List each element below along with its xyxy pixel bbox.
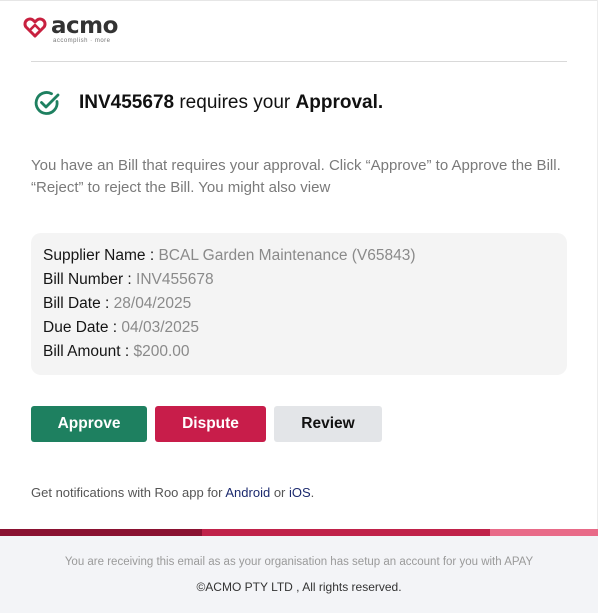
review-button[interactable]: Review <box>274 406 382 442</box>
detail-label: Due Date : <box>43 319 122 336</box>
detail-label: Bill Number : <box>43 271 137 288</box>
notify-prefix: Get notifications with Roo app for <box>31 485 226 500</box>
approve-button[interactable]: Approve <box>31 406 147 442</box>
approval-heading: INV455678 requires your Approval. <box>33 88 573 118</box>
footer-accent-light <box>490 529 598 536</box>
header-divider <box>31 61 567 62</box>
email-footer: You are receiving this email as as your … <box>0 536 598 613</box>
detail-value: INV455678 <box>136 271 214 288</box>
android-link[interactable]: Android <box>225 485 270 500</box>
page-title: INV455678 requires your Approval. <box>79 91 383 115</box>
detail-label: Supplier Name : <box>43 247 159 264</box>
footer-accent-mid <box>202 529 490 536</box>
title-emphasis: Approval. <box>295 92 384 113</box>
check-circle-icon <box>34 91 60 115</box>
detail-row-bill-amount: Bill Amount : $200.00 <box>43 342 190 362</box>
app-notification-text: Get notifications with Roo app for Andro… <box>31 484 314 502</box>
title-middle: requires your <box>174 92 296 113</box>
bill-details-card: Supplier Name : BCAL Garden Maintenance … <box>31 233 567 375</box>
notify-or: or <box>270 485 289 500</box>
footer-accent-dark <box>0 529 202 536</box>
detail-label: Bill Date : <box>43 295 114 312</box>
invoice-id: INV455678 <box>79 92 175 113</box>
detail-value: 28/04/2025 <box>113 295 192 312</box>
frame-top-border <box>0 0 598 1</box>
brand-logo: acmo accomplish · more <box>22 13 142 44</box>
notify-suffix: . <box>310 485 315 500</box>
detail-value: $200.00 <box>133 343 190 360</box>
footer-note: You are receiving this email as as your … <box>64 556 534 568</box>
detail-row-supplier: Supplier Name : BCAL Garden Maintenance … <box>43 246 416 266</box>
acmo-heart-logo-icon <box>23 17 47 38</box>
detail-row-bill-date: Bill Date : 28/04/2025 <box>43 294 191 314</box>
intro-text: You have an Bill that requires your appr… <box>31 157 561 196</box>
detail-value: BCAL Garden Maintenance (V65843) <box>158 247 416 264</box>
dispute-button[interactable]: Dispute <box>155 406 266 442</box>
detail-label: Bill Amount : <box>43 343 134 360</box>
ios-link[interactable]: iOS <box>289 485 311 500</box>
detail-row-due-date: Due Date : 04/03/2025 <box>43 318 199 338</box>
footer-copyright: ©ACMO PTY LTD , All rights reserved. <box>196 580 402 594</box>
brand-tagline: accomplish · more <box>53 38 111 44</box>
detail-value: 04/03/2025 <box>121 319 199 336</box>
detail-row-bill-number: Bill Number : INV455678 <box>43 270 214 290</box>
brand-name: acmo <box>51 13 118 39</box>
